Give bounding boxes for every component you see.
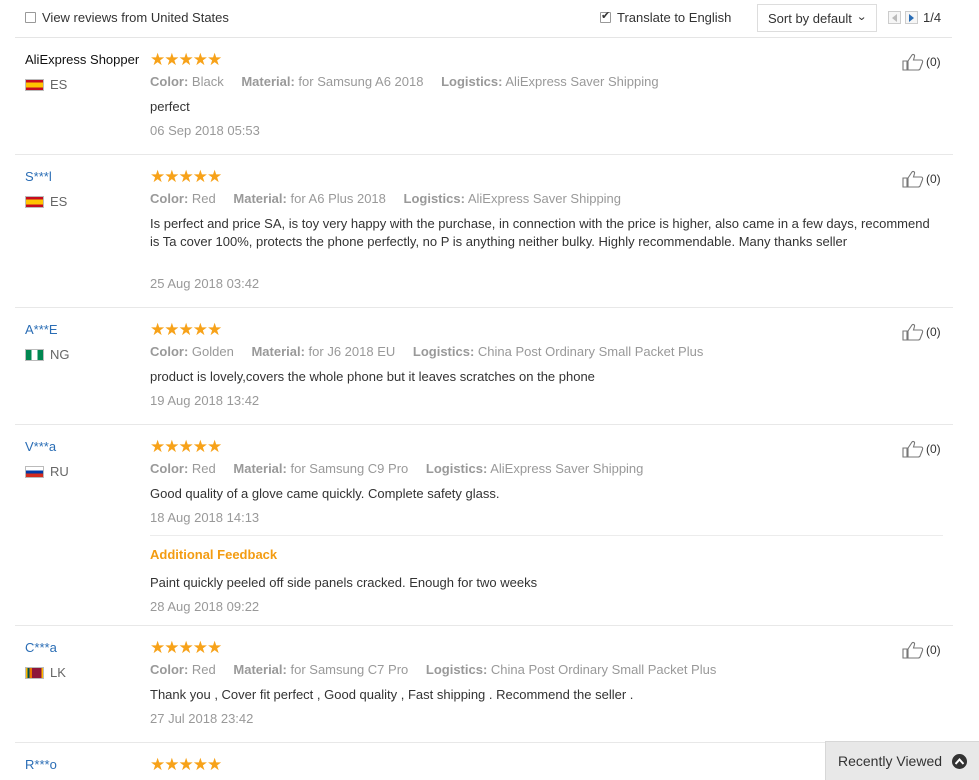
star-rating: ★★★★★	[150, 320, 222, 339]
review-date: 19 Aug 2018 13:42	[150, 393, 260, 408]
like-count: (0)	[926, 55, 941, 69]
review-attributes: Color: Golden Material: for J6 2018 EU L…	[150, 344, 704, 359]
review-date: 06 Sep 2018 05:53	[150, 123, 260, 138]
review-text: perfect	[150, 99, 190, 114]
review-item: C***a LK ★★★★★ Color: Red Material: for …	[0, 626, 979, 743]
chevron-right-icon	[909, 14, 914, 22]
star-rating: ★★★★★	[150, 638, 222, 657]
review-attributes: Color: Red Material: for A6 Plus 2018 Lo…	[150, 191, 622, 206]
review-toolbar: View reviews from United States Translat…	[0, 0, 979, 37]
translate-checkbox[interactable]	[600, 9, 611, 23]
divider	[150, 535, 943, 536]
review-text: product is lovely,covers the whole phone…	[150, 369, 595, 384]
translate-label[interactable]: Translate to English	[617, 10, 731, 25]
reviewer-name[interactable]: S***l	[25, 169, 52, 184]
attr-material: for J6 2018 EU	[308, 344, 396, 359]
country-code: ES	[50, 194, 68, 209]
like-count: (0)	[926, 442, 941, 456]
review-item: AliExpress Shopper ES ★★★★★ Color: Black…	[0, 38, 979, 155]
recently-viewed-tab[interactable]: Recently Viewed	[825, 741, 979, 780]
additional-feedback-text: Paint quickly peeled off side panels cra…	[150, 575, 538, 590]
like-count: (0)	[926, 172, 941, 186]
country-code: ES	[50, 77, 68, 92]
reviewer-name[interactable]: V***a	[25, 439, 56, 454]
attr-color: Red	[191, 191, 216, 206]
attr-material: for Samsung C9 Pro	[290, 461, 409, 476]
attr-color: Black	[191, 74, 224, 89]
next-page-button[interactable]	[905, 11, 918, 24]
country-code: RU	[50, 464, 69, 479]
review-attributes: Color: Red Material: for Samsung C7 Pro …	[150, 662, 717, 677]
recently-viewed-label: Recently Viewed	[838, 753, 943, 769]
review-date: 27 Jul 2018 23:42	[150, 711, 254, 726]
attr-logistics: AliExpress Saver Shipping	[467, 191, 622, 206]
star-rating: ★★★★★	[150, 50, 222, 69]
review-date: 25 Aug 2018 03:42	[150, 276, 260, 291]
attr-color: Red	[191, 662, 216, 677]
reviewer-name[interactable]: A***E	[25, 322, 58, 337]
attr-material: for Samsung A6 2018	[298, 74, 424, 89]
flag-es-icon	[25, 79, 44, 91]
star-rating: ★★★★★	[150, 755, 222, 774]
thumbs-up-icon	[902, 323, 924, 341]
review-item: A***E NG ★★★★★ Color: Golden Material: f…	[0, 308, 979, 425]
star-rating: ★★★★★	[150, 437, 222, 456]
review-item: S***l ES ★★★★★ Color: Red Material: for …	[0, 155, 979, 308]
attr-color: Red	[191, 461, 216, 476]
review-text: Thank you , Cover fit perfect , Good qua…	[150, 687, 634, 702]
thumbs-up-icon	[902, 53, 924, 71]
page-indicator: 1/4	[923, 10, 942, 25]
review-date: 18 Aug 2018 14:13	[150, 510, 260, 525]
review-text: Is perfect and price SA, is toy very hap…	[150, 216, 930, 249]
attr-color: Golden	[191, 344, 234, 359]
sort-dropdown[interactable]: Sort by default ⌄	[757, 4, 877, 32]
like-button[interactable]: (0)	[902, 323, 947, 343]
flag-lk-icon	[25, 667, 44, 679]
attr-logistics: China Post Ordinary Small Packet Plus	[490, 662, 717, 677]
additional-feedback-title: Additional Feedback	[150, 547, 278, 562]
chevron-down-icon: ⌄	[855, 11, 867, 23]
like-count: (0)	[926, 325, 941, 339]
sort-selected: Sort by default	[768, 11, 852, 26]
review-text: Good quality of a glove came quickly. Co…	[150, 486, 500, 501]
flag-ng-icon	[25, 349, 44, 361]
flag-es-icon	[25, 196, 44, 208]
country-filter-label[interactable]: View reviews from United States	[42, 10, 229, 25]
attr-logistics: AliExpress Saver Shipping	[490, 461, 644, 476]
like-button[interactable]: (0)	[902, 641, 947, 661]
additional-feedback-date: 28 Aug 2018 09:22	[150, 599, 260, 614]
thumbs-up-icon	[902, 170, 924, 188]
like-count: (0)	[926, 643, 941, 657]
attr-logistics: AliExpress Saver Shipping	[505, 74, 659, 89]
like-button[interactable]: (0)	[902, 53, 947, 73]
attr-material: for A6 Plus 2018	[290, 191, 386, 206]
attr-material: for Samsung C7 Pro	[290, 662, 409, 677]
attr-logistics: China Post Ordinary Small Packet Plus	[477, 344, 704, 359]
review-attributes: Color: Red Material: for Samsung C9 Pro …	[150, 461, 644, 476]
reviewer-name[interactable]: C***a	[25, 640, 57, 655]
like-button[interactable]: (0)	[902, 440, 947, 460]
reviewer-name: AliExpress Shopper	[25, 52, 140, 67]
star-rating: ★★★★★	[150, 167, 222, 186]
country-code: LK	[50, 665, 66, 680]
country-code: NG	[50, 347, 70, 362]
review-item: V***a RU ★★★★★ Color: Red Material: for …	[0, 425, 979, 626]
country-filter-checkbox[interactable]	[25, 12, 36, 23]
review-attributes: Color: Black Material: for Samsung A6 20…	[150, 74, 659, 89]
thumbs-up-icon	[902, 641, 924, 659]
chevron-up-icon	[952, 754, 967, 769]
like-button[interactable]: (0)	[902, 170, 947, 190]
flag-ru-icon	[25, 466, 44, 478]
thumbs-up-icon	[902, 440, 924, 458]
chevron-left-icon	[892, 14, 897, 22]
reviewer-name[interactable]: R***o	[25, 757, 57, 772]
prev-page-button[interactable]	[888, 11, 901, 24]
